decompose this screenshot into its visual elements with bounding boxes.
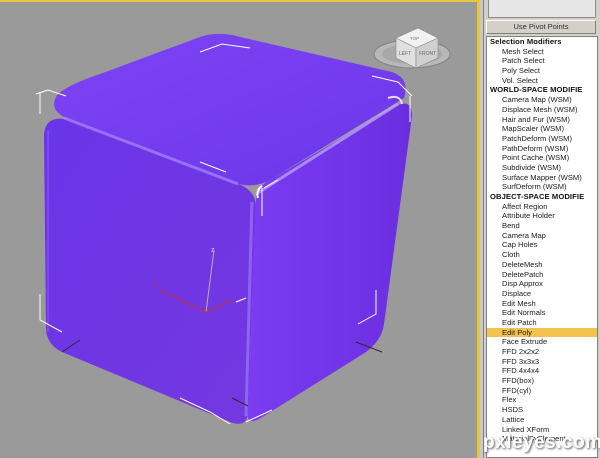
purple-cube[interactable] [44, 33, 412, 424]
modifier-list-item[interactable]: Vol. Select [487, 76, 597, 86]
modifier-list-item[interactable]: Cap Holes [487, 240, 597, 250]
svg-text:x: x [153, 281, 157, 288]
modifier-list-item[interactable]: Mesh Select [487, 47, 597, 57]
watermark: pxleyes.com [483, 432, 600, 453]
modifier-list-header: WORLD-SPACE MODIFIE [490, 85, 583, 95]
modifier-list-item[interactable]: DeleteMesh [487, 260, 597, 270]
modifier-list-item[interactable]: FFD 4x4x4 [487, 366, 597, 376]
modifier-list-header: OBJECT-SPACE MODIFIE [490, 192, 585, 201]
modifier-list-item[interactable]: Camera Map [487, 231, 597, 241]
modifier-list-item[interactable]: Attribute Holder [487, 211, 597, 221]
modifier-list-item[interactable]: Surface Mapper (WSM) [487, 173, 597, 183]
modifier-list-item[interactable]: Edit Poly [487, 327, 597, 338]
command-panel: Use Pivot Points Selection Modifiers Mesh… [483, 0, 600, 458]
modifier-list-item[interactable]: Poly Select [487, 66, 597, 76]
modifier-list-item[interactable]: HSDS [487, 405, 597, 415]
modifier-list-item[interactable]: Affect Region [487, 202, 597, 212]
use-pivot-points-button[interactable]: Use Pivot Points [486, 20, 596, 34]
modifier-list-item[interactable]: Edit Normals [487, 308, 597, 318]
modifier-list-item[interactable]: Point Cache (WSM) [487, 153, 597, 163]
modifier-list-item[interactable]: Edit Patch [487, 318, 597, 328]
modifier-list-item[interactable]: PathDeform (WSM) [487, 144, 597, 154]
perspective-viewport[interactable]: z x TOP LEFT FRONT [0, 0, 480, 458]
modifier-list-item[interactable]: Patch Select [487, 56, 597, 66]
modifier-list-item[interactable]: Flex [487, 395, 597, 405]
modifier-list-header: Selection Modifiers [490, 37, 562, 46]
viewport-canvas[interactable]: z x TOP LEFT FRONT [0, 2, 480, 458]
modifier-list-item[interactable]: Disp Approx [487, 279, 597, 289]
modifier-list-item[interactable]: PatchDeform (WSM) [487, 134, 597, 144]
modifier-list-item[interactable]: Lattice [487, 415, 597, 425]
modifier-list-item[interactable]: Face Extrude [487, 337, 597, 347]
modifier-list-item[interactable]: Edit Mesh [487, 299, 597, 309]
modifier-list-item[interactable]: SurfDeform (WSM) [487, 182, 597, 192]
modifier-list-item[interactable]: Subdivide (WSM) [487, 163, 597, 173]
modifier-list-item[interactable]: FFD 3x3x3 [487, 357, 597, 367]
modifier-list-item[interactable]: FFD(box) [487, 376, 597, 386]
svg-text:z: z [211, 247, 215, 254]
modifier-list-item[interactable]: Hair and Fur (WSM) [487, 115, 597, 125]
modifier-list-item[interactable]: Bend [487, 221, 597, 231]
modifier-list-item[interactable]: Cloth [487, 250, 597, 260]
viewcube-top-label[interactable]: TOP [410, 36, 419, 41]
viewcube-front-label[interactable]: FRONT [419, 51, 436, 57]
modifier-list-item[interactable]: FFD 2x2x2 [487, 347, 597, 357]
modifier-list[interactable]: Selection Modifiers Mesh Select Patch Sele… [486, 36, 598, 458]
viewcube[interactable]: TOP LEFT FRONT [373, 27, 451, 69]
panel-top-strip [488, 0, 596, 18]
modifier-list-item[interactable]: Displace [487, 289, 597, 299]
modifier-list-item[interactable]: Camera Map (WSM) [487, 95, 597, 105]
viewcube-left-label[interactable]: LEFT [399, 51, 411, 57]
modifier-list-item[interactable]: Displace Mesh (WSM) [487, 105, 597, 115]
modifier-list-item[interactable]: FFD(cyl) [487, 386, 597, 396]
modifier-list-item[interactable]: MapScaler (WSM) [487, 124, 597, 134]
modifier-list-item[interactable]: DeletePatch [487, 270, 597, 280]
